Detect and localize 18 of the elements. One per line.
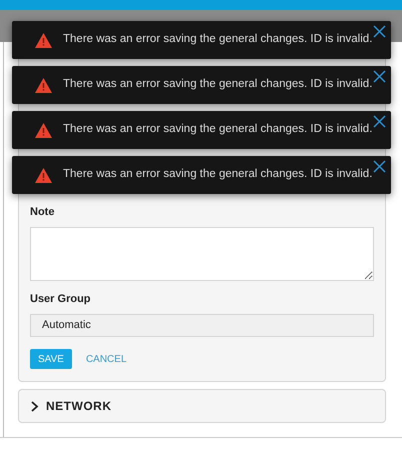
- user-group-label: User Group: [30, 292, 92, 306]
- chevron-icon: [31, 400, 39, 412]
- toast-message: There was an error saving the general changes. ID is invalid.: [63, 77, 372, 92]
- warning-icon: [35, 122, 52, 138]
- toast-message: There was an error saving the general changes. ID is invalid.: [63, 32, 372, 48]
- close-button[interactable]: [373, 160, 386, 173]
- close-button[interactable]: [373, 70, 386, 83]
- toast-message: There was an error saving the general changes. ID is invalid.: [63, 122, 372, 138]
- network-section[interactable]: NETWORK: [18, 389, 386, 423]
- warning-icon: [35, 32, 52, 48]
- close-button[interactable]: [373, 25, 386, 38]
- warning-icon: [35, 168, 52, 182]
- toast-message: There was an error saving the general changes. ID is invalid.: [63, 167, 372, 182]
- user-group-field[interactable]: Automatic: [30, 314, 374, 337]
- warning-icon: [35, 78, 52, 92]
- note-label: Note: [30, 205, 56, 220]
- note-field[interactable]: [30, 226, 374, 280]
- close-button[interactable]: [373, 115, 386, 128]
